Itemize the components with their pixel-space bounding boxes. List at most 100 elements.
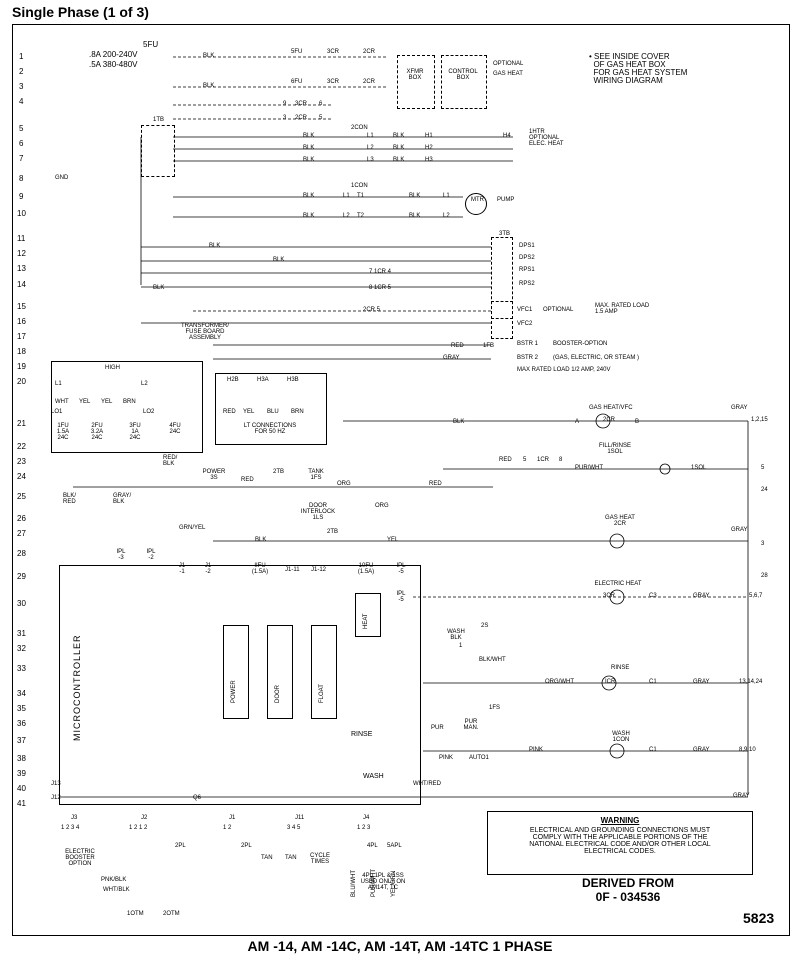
lbl-3: 3 (283, 115, 286, 121)
10fu: 10FU (1.5A) (349, 563, 383, 575)
lbl-blk-r5c: BLK (303, 157, 314, 163)
lbl-8-r23: 8 (559, 457, 562, 463)
lbl-6fu: 6FU (291, 79, 302, 85)
page-footer: AM -14, AM -14C, AM -14T, AM -14TC 1 PHA… (0, 938, 800, 954)
lbl-red-r23: RED (499, 457, 512, 463)
lbl-t2: T2 (357, 213, 364, 219)
lbl-j11-n: 3 4 5 (287, 825, 300, 831)
ipl-3: IPL -3 (109, 549, 133, 561)
lbl-8-1cr-5: 8 1CR 5 (369, 285, 391, 291)
lbl-c1b: C1 (649, 747, 657, 753)
lbl-9: 9 (283, 101, 286, 107)
row-4: 4 (19, 98, 23, 106)
inside-cover-note: • SEE INSIDE COVER OF GAS HEAT BOX FOR G… (589, 53, 687, 85)
lbl-dps2: DPS2 (519, 255, 535, 261)
row-35: 35 (17, 705, 26, 713)
lbl-c1: C1 (649, 679, 657, 685)
lbl-l2a: L2 (367, 145, 374, 151)
row-41: 41 (17, 800, 26, 808)
drawing-number: 5823 (743, 911, 774, 925)
lbl-h3b: H3B (287, 377, 299, 383)
lbl-5fu: 5FU (291, 49, 302, 55)
row-16: 16 (17, 318, 26, 326)
row-23: 23 (17, 458, 26, 466)
iifu: IIFU (1.5A) (243, 563, 277, 575)
lbl-gray-r30: GRAY (693, 593, 710, 599)
derived-num: 0F - 034536 (553, 891, 703, 903)
fu-spec-1: 5FU (143, 41, 158, 49)
lbl-gray-r35: GRAY (693, 679, 710, 685)
lbl-t1: T1 (357, 193, 364, 199)
lbl-b: B (635, 419, 639, 425)
optional-heat-1: OPTIONAL (493, 61, 523, 67)
lbl-j3-n: 1 2 3 4 (61, 825, 79, 831)
lbl-blk-red: BLK/ RED (63, 493, 76, 505)
lbl-dps1: DPS1 (519, 243, 535, 249)
ipl-5a: IPL -5 (389, 563, 413, 575)
ref-21: 1,2,15 (751, 417, 768, 423)
warning-box: WARNING ELECTRICAL AND GROUNDING CONNECT… (487, 811, 753, 875)
row-24: 24 (17, 473, 26, 481)
lbl-blk-mtr1: BLK (409, 193, 420, 199)
lbl-j4: J4 (363, 815, 369, 821)
lbl-2tb: 2TB (273, 469, 284, 475)
lbl-fill-rinse: FILL/RINSE 1SOL (585, 443, 645, 455)
lbl-rps1: RPS1 (519, 267, 535, 273)
lbl-5b: 5 (319, 115, 322, 121)
derived-title: DERIVED FROM (553, 877, 703, 889)
row-27: 27 (17, 530, 26, 538)
lbl-pink-r39: PINK (529, 747, 543, 753)
lbl-j3: J3 (71, 815, 77, 821)
tfb-c3: BRN (123, 399, 136, 405)
row-20: 20 (17, 378, 26, 386)
lbl-j4-n: 1 2 3 (357, 825, 370, 831)
row-18: 18 (17, 348, 26, 356)
lbl-h2b: H2B (227, 377, 239, 383)
lbl-h3: H3 (425, 157, 433, 163)
lbl-door-int: DOOR INTERLOCK 1LS (285, 503, 351, 521)
blk-wash: WASH (363, 773, 384, 780)
lt-c7: BRN (291, 409, 304, 415)
row-14: 14 (17, 281, 26, 289)
lbl-high: HIGH (105, 365, 120, 371)
blk-door: DOOR (275, 685, 281, 703)
fu-spec-2: .8A 200-240V (89, 51, 137, 59)
lbl-7-1cr-4: 7 1CR 4 (369, 269, 391, 275)
lbl-gray-r39: GRAY (693, 747, 710, 753)
ipl-2: IPL -2 (139, 549, 163, 561)
lbl-org-wht-r35: ORG/WHT (545, 679, 574, 685)
lbl-pur-man: PUR MAN. (457, 719, 485, 731)
ref-28: 3 (761, 541, 764, 547)
row-12: 12 (17, 250, 26, 258)
row-5: 5 (19, 125, 23, 133)
transformer-title: TRANSFORMER/ FUSE BOARD ASSEMBLY (163, 323, 247, 341)
lbl-power3s: POWER 3S (197, 469, 231, 481)
row-15: 15 (17, 303, 26, 311)
lbl-1con: 1CON (351, 183, 368, 189)
row-17: 17 (17, 333, 26, 341)
lbl-1-mid: 1 (459, 643, 462, 649)
lbl-red-r25: RED (241, 477, 254, 483)
lbl-blk-r5f: BLK (393, 157, 404, 163)
lbl-pur: PUR (431, 725, 444, 731)
lbl-gray-r28: GRAY (731, 527, 748, 533)
tfb-fu2: 2FU 3.2A 24C (83, 423, 111, 441)
ref-39: 8,9,10 (739, 747, 756, 753)
lbl-l3a: L3 (367, 157, 374, 163)
lbl-gas-heat-vfc: GAS HEAT/VFC (589, 405, 633, 411)
lbl-vfc-rated: MAX. RATED LOAD 1.5 AMP (595, 303, 649, 315)
lbl-j1-n: 1 2 (223, 825, 231, 831)
diagram-frame: 1 2 3 4 5 6 7 8 9 10 11 12 13 14 15 16 1… (12, 24, 790, 936)
j1-12: J1-12 (311, 567, 326, 573)
lbl-tan2: TAN (285, 855, 297, 861)
lbl-gray-r41: GRAY (733, 793, 750, 799)
lbl-wash-1con: WASH 1CON (601, 731, 641, 743)
lbl-blk-r5d: BLK (393, 133, 404, 139)
row-37: 37 (17, 737, 26, 745)
lbl-j1: J1 (229, 815, 235, 821)
lbl-6: 6 (319, 101, 322, 107)
row-33: 33 (17, 665, 26, 673)
row-7: 7 (19, 155, 23, 163)
row-10: 10 (17, 210, 26, 218)
row-40: 40 (17, 785, 26, 793)
